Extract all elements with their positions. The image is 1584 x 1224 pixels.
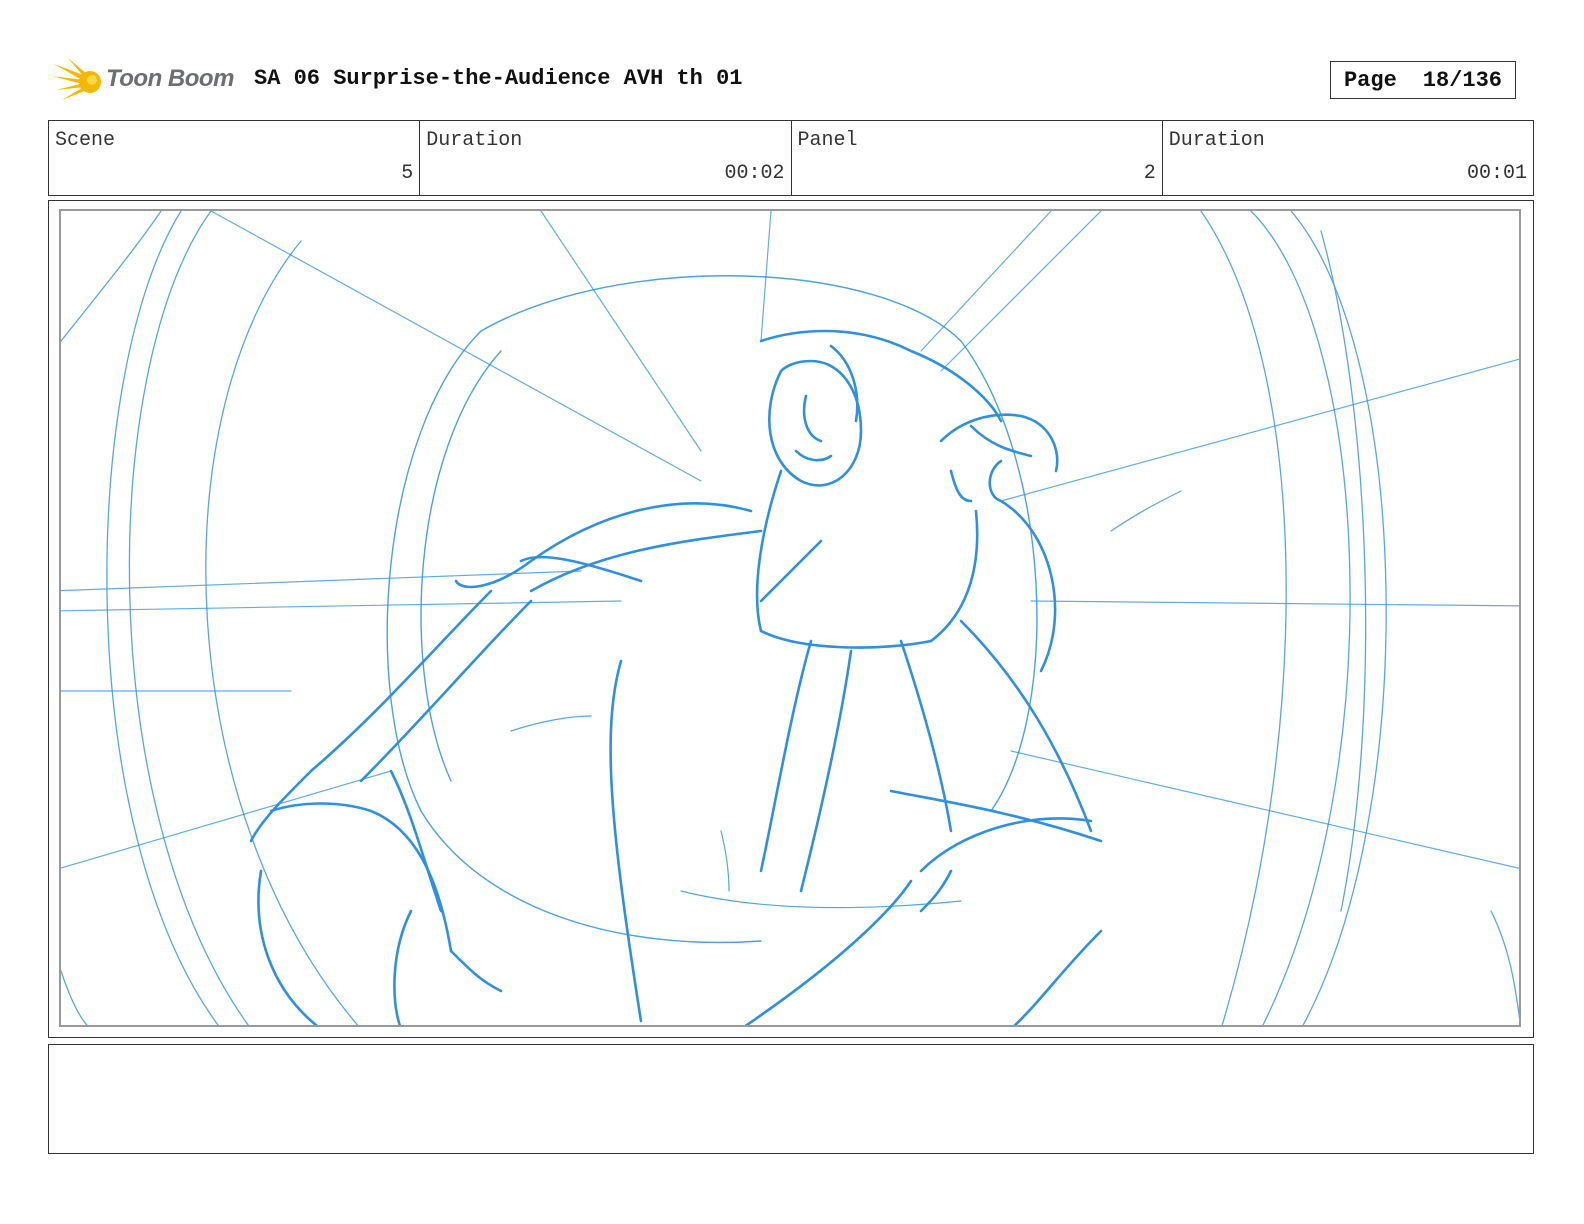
starburst-icon [52, 58, 101, 100]
logo-text: Toon Boom [106, 65, 234, 92]
scene-value: 5 [401, 162, 414, 185]
panel-value: 2 [1143, 162, 1156, 185]
page-header: Toon Boom SA 06 Surprise-the-Audience AV… [48, 56, 1534, 104]
page-label: Page [1343, 67, 1397, 93]
storyboard-panel [48, 200, 1534, 1038]
scene-label: Scene [55, 129, 116, 152]
scene-cell: Scene 5 [49, 121, 421, 195]
panel-cell: Panel 2 [792, 121, 1163, 195]
scene-duration-label: Duration [426, 129, 523, 152]
page-indicator: Page 18/136 [1330, 61, 1516, 99]
toon-boom-logo: Toon Boom [52, 56, 242, 104]
scene-duration-cell: Duration 00:02 [420, 121, 792, 195]
panel-duration-label: Duration [1168, 129, 1265, 152]
page-number: 18/136 [1422, 67, 1503, 93]
panel-duration-cell: Duration 00:01 [1163, 121, 1533, 195]
sketch-drawing [61, 211, 1519, 1025]
document-title: SA 06 Surprise-the-Audience AVH th 01 [254, 66, 743, 91]
panel-safe-area [59, 209, 1521, 1027]
caption-box [48, 1044, 1534, 1154]
panel-duration-value: 00:01 [1466, 162, 1527, 185]
scene-duration-value: 00:02 [724, 162, 785, 185]
panel-label: Panel [797, 129, 858, 152]
panel-info-table: Scene 5 Duration 00:02 Panel 2 Duration … [48, 120, 1534, 196]
